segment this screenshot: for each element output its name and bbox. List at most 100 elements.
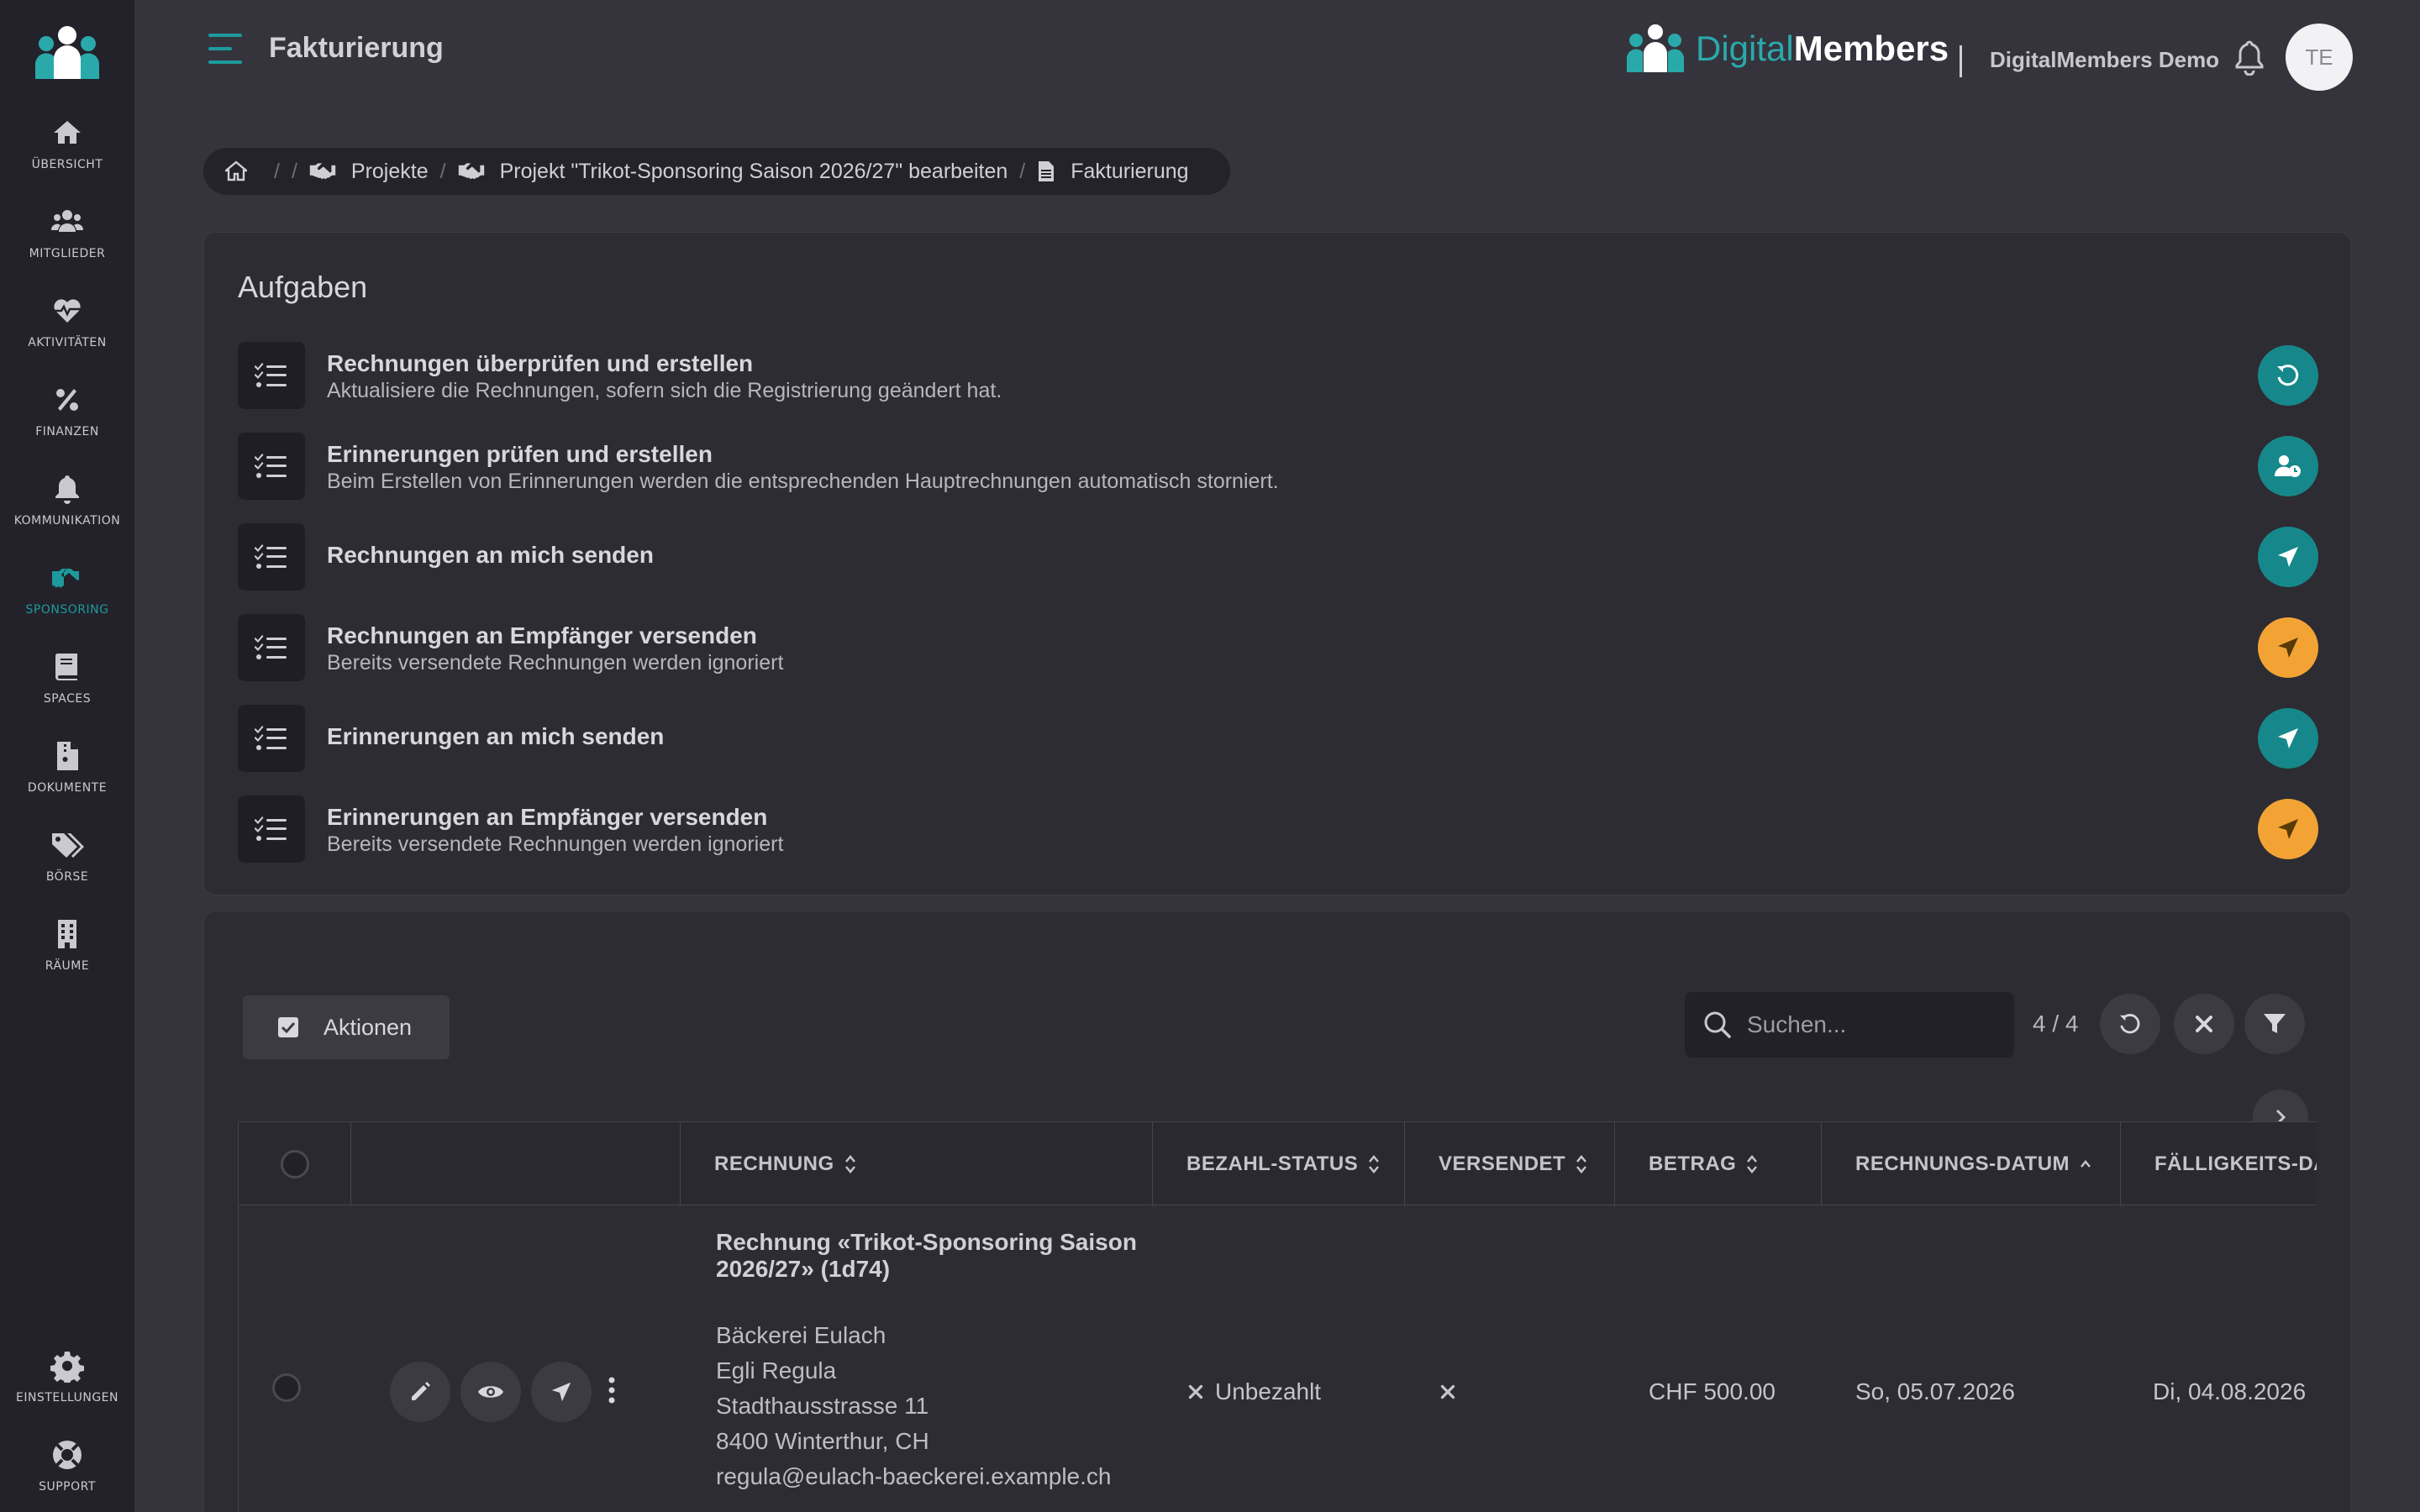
- tasks-list-icon: [238, 705, 305, 772]
- row-select-checkbox[interactable]: [272, 1373, 301, 1402]
- eye-icon: [478, 1386, 503, 1398]
- send-icon: [2278, 547, 2298, 567]
- building-icon: [58, 920, 76, 948]
- sidebar-item-finanzen[interactable]: Finanzen: [0, 383, 134, 467]
- tasks-list-icon: [238, 614, 305, 681]
- column-header-rechnung[interactable]: RECHNUNG: [680, 1122, 1152, 1206]
- task-item: Erinnerungen an mich senden: [238, 705, 2318, 775]
- page-title: Fakturierung: [269, 32, 444, 64]
- invoice-amount: CHF 500.00: [1649, 1378, 1776, 1404]
- brand-logo-icon: [1626, 24, 1685, 72]
- sidebar-item-boerse[interactable]: Börse: [0, 828, 134, 912]
- sort-icon: [1747, 1155, 1758, 1173]
- column-header-bezahl-status[interactable]: BEZAHL-STATUS: [1152, 1122, 1404, 1206]
- breadcrumb-separator: /: [439, 159, 446, 183]
- breadcrumb-home[interactable]: [225, 160, 262, 182]
- actions-button[interactable]: Aktionen: [243, 995, 450, 1059]
- sidebar-item-label: Sponsoring: [25, 603, 109, 617]
- payment-status: Unbezahlt: [1188, 1378, 1321, 1405]
- invoice-date: So, 05.07.2026: [1855, 1378, 2015, 1404]
- actions-column-header: [350, 1122, 680, 1206]
- sort-icon: [1576, 1155, 1587, 1173]
- refresh-invoices-button[interactable]: [2258, 345, 2318, 406]
- task-subtitle: Aktualisiere die Rechnungen, sofern sich…: [327, 379, 1002, 402]
- select-all-checkbox[interactable]: [280, 1150, 309, 1179]
- recipient-street: Stadthausstrasse 11: [716, 1393, 929, 1419]
- sidebar-item-label: Übersicht: [31, 158, 103, 171]
- breadcrumb-separator: /: [1019, 159, 1026, 183]
- invoices-card: Aktionen 4 / 4 RECHNUNG BEZAHL-STATUS: [203, 911, 2351, 1512]
- create-reminders-button[interactable]: [2258, 436, 2318, 496]
- user-avatar[interactable]: TE: [2286, 24, 2353, 91]
- send-icon: [2278, 819, 2298, 839]
- task-item: Rechnungen überprüfen und erstellen Aktu…: [238, 342, 2318, 412]
- column-header-rechnungs-datum[interactable]: RECHNUNGS-DATUM: [1821, 1122, 2120, 1206]
- actions-label: Aktionen: [324, 1014, 413, 1040]
- sidebar-item-einstellungen[interactable]: Einstellungen: [0, 1349, 134, 1433]
- reload-button[interactable]: [2100, 994, 2160, 1054]
- refresh-icon: [2119, 1014, 2140, 1034]
- sidebar-item-support[interactable]: Support: [0, 1438, 134, 1512]
- breadcrumb-projekt-bearbeiten[interactable]: Projekt "Trikot-Sponsoring Saison 2026/2…: [458, 160, 1007, 184]
- task-item: Erinnerungen prüfen und erstellen Beim E…: [238, 433, 2318, 503]
- sidebar-item-spaces[interactable]: Spaces: [0, 650, 134, 734]
- sidebar-item-kommunikation[interactable]: Kommunikation: [0, 472, 134, 556]
- sidebar-item-raeume[interactable]: Räume: [0, 917, 134, 1001]
- send-invoices-to-me-button[interactable]: [2258, 527, 2318, 587]
- sidebar-item-label: Aktivitäten: [28, 336, 107, 349]
- edit-button[interactable]: [390, 1362, 450, 1422]
- handshake-icon: [52, 569, 79, 588]
- send-invoices-to-recipients-button[interactable]: [2258, 617, 2318, 678]
- table-row: Rechnung «Trikot-Sponsoring Saison 2026/…: [238, 1205, 2317, 1512]
- search-field[interactable]: [1685, 992, 2014, 1058]
- send-reminders-to-recipients-button[interactable]: [2258, 799, 2318, 859]
- column-header-faelligkeits-datum[interactable]: FÄLLIGKEITS-DAT: [2120, 1122, 2317, 1206]
- preview-button[interactable]: [460, 1362, 521, 1422]
- sidebar-item-aktivitaeten[interactable]: Aktivitäten: [0, 294, 134, 378]
- notifications-bell-icon[interactable]: [2233, 39, 2265, 76]
- menu-toggle-icon[interactable]: [207, 32, 244, 66]
- search-input[interactable]: [1747, 1011, 1999, 1038]
- invoice-title[interactable]: Rechnung «Trikot-Sponsoring Saison 2026/…: [716, 1229, 1153, 1283]
- send-button[interactable]: [531, 1362, 592, 1422]
- tags-icon: [52, 833, 84, 858]
- task-subtitle: Bereits versendete Rechnungen werden ign…: [327, 651, 784, 675]
- task-subtitle: Beim Erstellen von Erinnerungen werden d…: [327, 470, 1279, 493]
- search-icon: [1704, 1011, 1731, 1038]
- organization-name[interactable]: DigitalMembers Demo: [1990, 47, 2219, 73]
- send-reminders-to-me-button[interactable]: [2258, 708, 2318, 769]
- result-count: 4 / 4: [2033, 1011, 2079, 1037]
- invoices-table: RECHNUNG BEZAHL-STATUS VERSENDET BETRAG …: [238, 1121, 2317, 1512]
- users-icon: [50, 210, 84, 232]
- task-title: Erinnerungen an mich senden: [327, 723, 665, 749]
- column-header-betrag[interactable]: BETRAG: [1614, 1122, 1821, 1206]
- breadcrumb-projekte[interactable]: Projekte: [309, 160, 429, 184]
- breadcrumb-separator: /: [274, 159, 280, 183]
- clear-filter-button[interactable]: [2174, 994, 2234, 1054]
- sidebar-item-dokumente[interactable]: Dokumente: [0, 739, 134, 823]
- recipient-email: regula@eulach-baeckerei.example.ch: [716, 1463, 1112, 1489]
- sidebar-item-label: Räume: [45, 959, 90, 973]
- task-subtitle: Bereits versendete Rechnungen werden ign…: [327, 832, 784, 856]
- breadcrumb-separator: /: [291, 159, 297, 183]
- sidebar-item-sponsoring[interactable]: Sponsoring: [0, 561, 134, 645]
- table-header: RECHNUNG BEZAHL-STATUS VERSENDET BETRAG …: [238, 1121, 2317, 1206]
- more-options-icon[interactable]: [605, 1372, 618, 1412]
- breadcrumb-label: Fakturierung: [1071, 159, 1189, 183]
- pencil-icon: [412, 1382, 430, 1400]
- send-icon: [2278, 638, 2298, 658]
- sidebar-item-mitglieder[interactable]: Mitglieder: [0, 205, 134, 289]
- sidebar-item-uebersicht[interactable]: Übersicht: [0, 116, 134, 200]
- brand-logo[interactable]: Digital Members: [1625, 22, 1949, 76]
- app-logo[interactable]: [34, 24, 101, 82]
- sidebar: Übersicht Mitglieder Aktivitäten Finanze…: [0, 0, 134, 1512]
- column-header-versendet[interactable]: VERSENDET: [1404, 1122, 1614, 1206]
- close-icon: [1188, 1384, 1203, 1399]
- recipient-city: 8400 Winterthur, CH: [716, 1428, 929, 1454]
- send-icon: [551, 1382, 571, 1402]
- filter-button[interactable]: [2244, 994, 2305, 1054]
- gear-icon: [50, 1352, 84, 1383]
- home-icon: [225, 160, 247, 181]
- tasks-title: Aufgaben: [238, 270, 368, 304]
- send-icon: [2278, 728, 2298, 748]
